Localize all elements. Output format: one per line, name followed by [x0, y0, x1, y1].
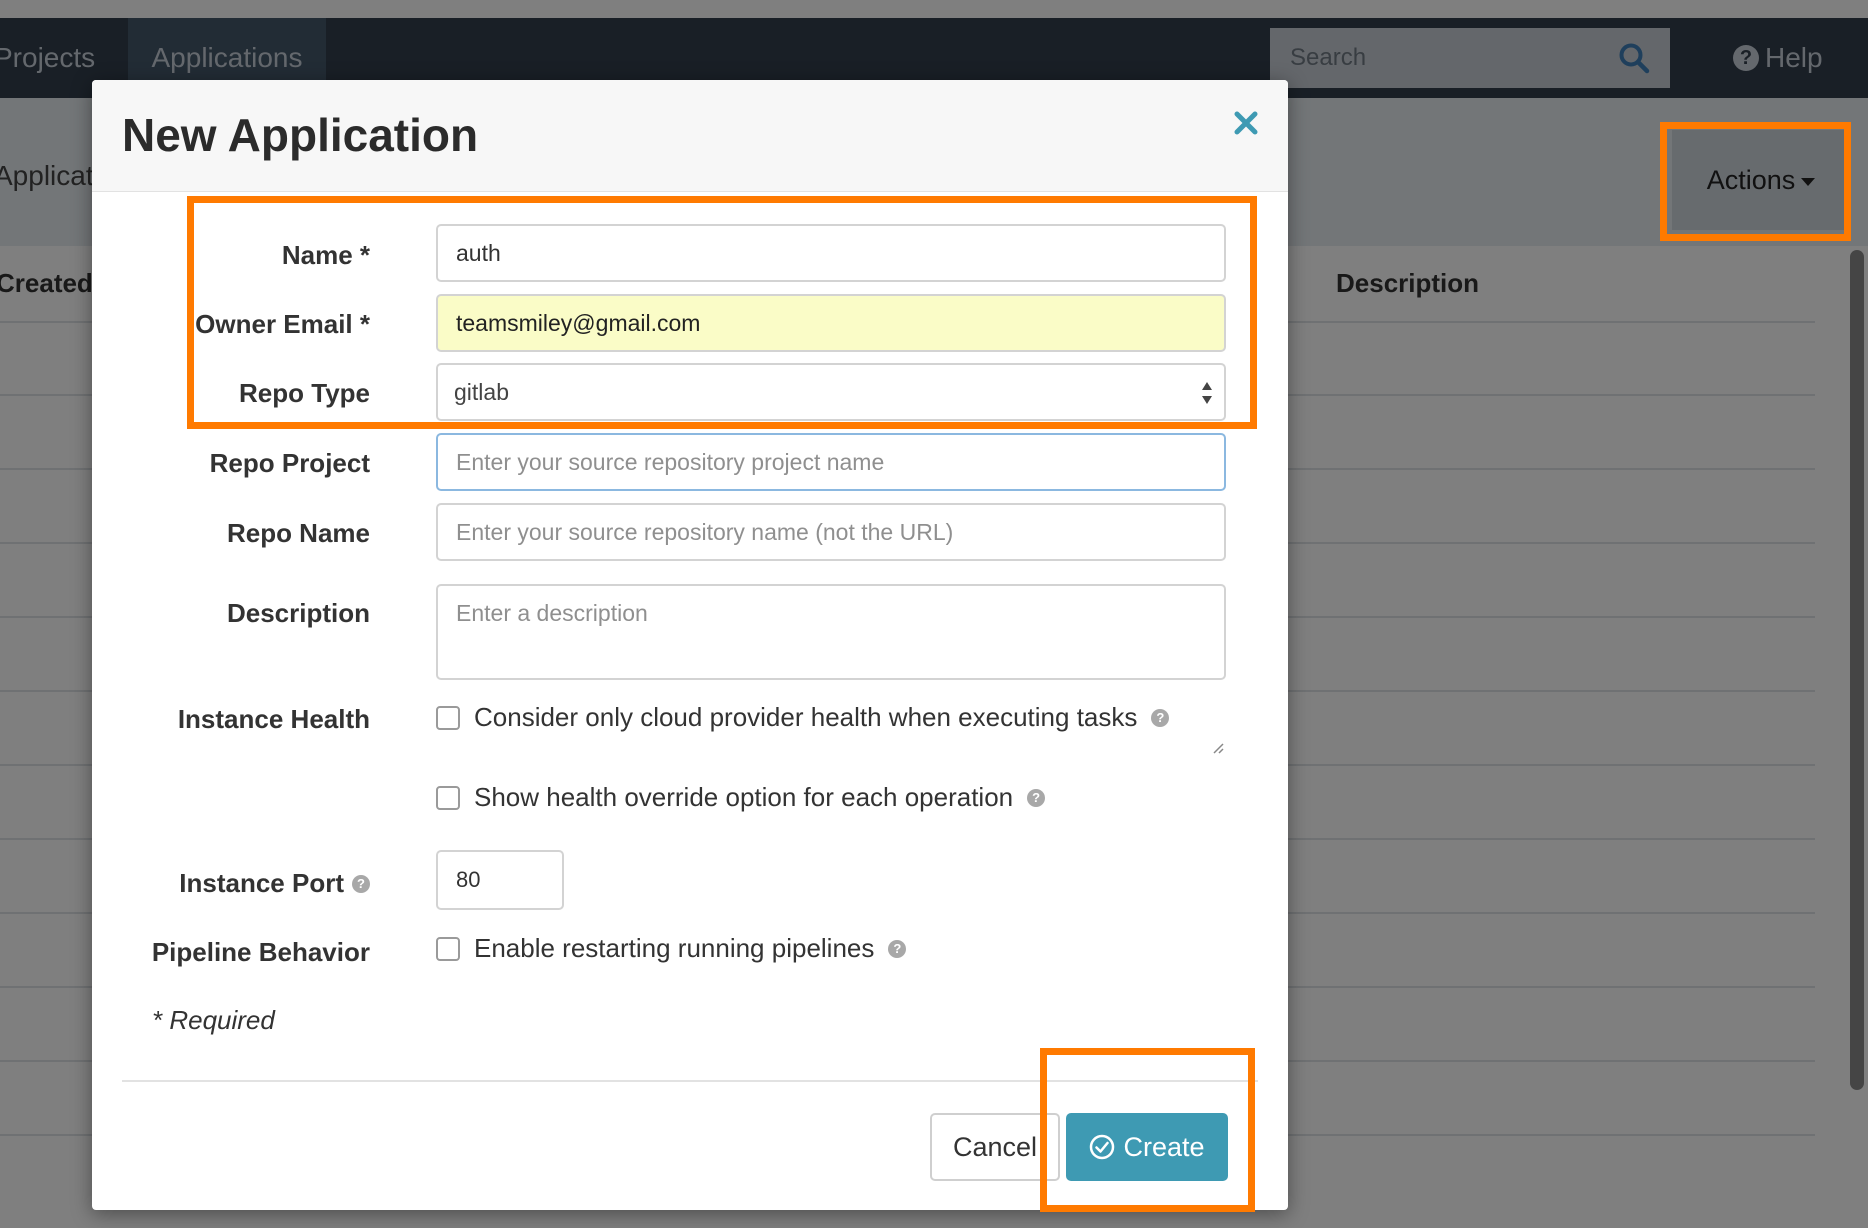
help-hint-icon[interactable]: ? [1027, 788, 1046, 807]
repo-name-label: Repo Name [226, 518, 370, 548]
owner-email-input[interactable] [436, 294, 1226, 352]
health-override-text: Show health override option for each ope… [474, 782, 1014, 812]
repo-name-input[interactable] [436, 503, 1226, 561]
restart-pipelines-option[interactable]: Enable restarting running pipelines ? [436, 933, 907, 964]
cloud-health-text: Consider only cloud provider health when… [474, 702, 1138, 732]
restart-pipelines-checkbox[interactable] [436, 936, 460, 961]
repo-type-select[interactable]: gitlab [436, 363, 1226, 421]
name-label: Name * [281, 240, 370, 270]
cloud-health-checkbox[interactable] [436, 705, 460, 730]
modal-header: New Application [92, 80, 1288, 192]
instance-port-input[interactable] [436, 850, 564, 910]
repo-project-label: Repo Project [209, 448, 370, 478]
description-textarea[interactable] [436, 584, 1226, 680]
repo-type-value: gitlab [454, 379, 509, 405]
repo-project-input[interactable] [436, 433, 1226, 491]
instance-health-label: Instance Health [177, 704, 370, 734]
modal-title: New Application [122, 109, 479, 161]
help-hint-icon[interactable]: ? [352, 874, 370, 893]
modal-footer-divider [122, 1080, 1258, 1082]
close-icon[interactable] [1231, 108, 1261, 138]
help-hint-icon[interactable]: ? [1151, 708, 1170, 727]
resize-grip-icon[interactable] [1212, 742, 1224, 754]
new-application-modal: New Application Name * Owner Email * Rep… [92, 80, 1288, 1210]
create-button[interactable]: Create [1066, 1113, 1228, 1181]
check-circle-icon [1090, 1134, 1115, 1160]
cancel-button[interactable]: Cancel [930, 1113, 1060, 1181]
repo-type-label: Repo Type [239, 378, 370, 408]
create-label: Create [1123, 1131, 1205, 1162]
required-note: * Required [152, 1005, 275, 1035]
help-hint-icon[interactable]: ? [888, 939, 907, 958]
owner-email-label: Owner Email * [195, 309, 370, 339]
health-override-checkbox[interactable] [436, 785, 460, 810]
cloud-health-option[interactable]: Consider only cloud provider health when… [436, 702, 1170, 733]
instance-port-label-group: Instance Port ? [179, 868, 370, 899]
name-input[interactable] [436, 224, 1226, 282]
instance-port-label: Instance Port [179, 868, 344, 898]
select-arrows-icon [1202, 382, 1212, 404]
pipeline-behavior-label: Pipeline Behavior [151, 937, 370, 967]
restart-pipelines-text: Enable restarting running pipelines [474, 933, 875, 963]
description-label: Description [226, 598, 370, 628]
health-override-option[interactable]: Show health override option for each ope… [436, 782, 1046, 813]
